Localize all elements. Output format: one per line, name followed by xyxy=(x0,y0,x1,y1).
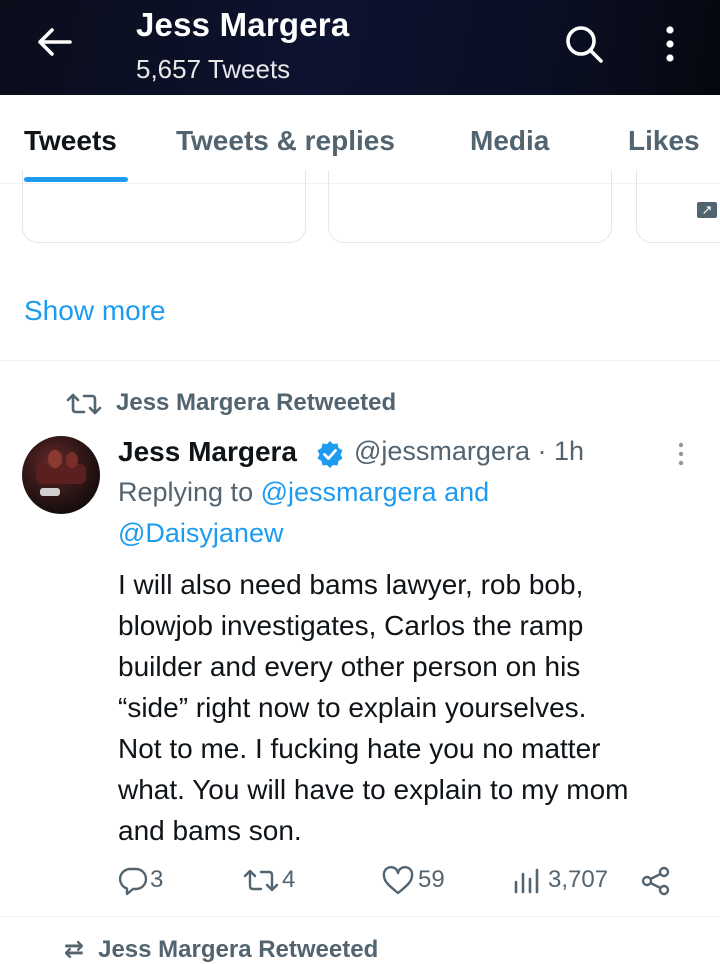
tweet-body: I will also need bams lawyer, rob bob, b… xyxy=(118,564,708,851)
tweet-body-line: and bams son. xyxy=(118,815,302,846)
next-retweeted-by-label: ⇄ Jess Margera Retweeted xyxy=(64,936,379,963)
retweeted-by-text: Jess Margera Retweeted xyxy=(116,389,397,416)
avatar[interactable] xyxy=(22,436,100,514)
carousel-card[interactable] xyxy=(22,170,306,243)
like-button[interactable]: 59 xyxy=(382,862,462,902)
tweet-body-line: Not to me. I fucking hate you no matter xyxy=(118,733,601,764)
retweet-count: 4 xyxy=(282,866,296,893)
replying-to-user-link[interactable]: @Daisyjanew xyxy=(118,518,283,548)
replying-to-user-link[interactable]: @jessmargera xyxy=(261,477,437,507)
tab-media[interactable]: Media xyxy=(470,125,549,157)
views-button[interactable]: 3,707 xyxy=(512,862,612,902)
tweet-divider xyxy=(0,916,720,917)
tweet-more-icon[interactable] xyxy=(672,440,690,468)
replying-to-line-2: @Daisyjanew xyxy=(118,518,283,549)
more-vertical-icon[interactable] xyxy=(652,22,682,66)
show-more-link[interactable]: Show more xyxy=(24,295,166,327)
heart-icon xyxy=(382,866,414,895)
profile-name-title: Jess Margera xyxy=(136,6,350,43)
reply-button[interactable]: 3 xyxy=(118,862,178,902)
replying-to-label: Replying to xyxy=(118,477,261,507)
tab-tweets[interactable]: Tweets xyxy=(24,125,117,157)
reply-icon xyxy=(118,867,148,896)
views-bar-chart-icon xyxy=(514,868,539,894)
back-arrow-icon[interactable] xyxy=(32,22,76,62)
tweet-body-line: builder and every other person on his xyxy=(118,651,581,682)
retweet-button[interactable]: 4 xyxy=(242,862,312,902)
retweet-icon xyxy=(66,393,102,415)
retweet-icon xyxy=(243,869,279,892)
next-retweeted-by-text: Jess Margera Retweeted xyxy=(98,936,379,963)
tweet-body-line: what. You will have to explain to my mom xyxy=(118,774,629,805)
like-count: 59 xyxy=(418,866,445,893)
tweet-body-line: blowjob investigates, Carlos the ramp xyxy=(118,610,584,641)
reply-count: 3 xyxy=(150,866,164,893)
share-button[interactable] xyxy=(640,862,676,902)
replying-to-and: and xyxy=(436,477,490,507)
external-link-icon: ↗ xyxy=(697,202,717,218)
tweet-count: 5,657 Tweets xyxy=(136,54,291,84)
tab-likes[interactable]: Likes xyxy=(628,125,700,157)
tweet-actions: 3 4 59 3,707 xyxy=(0,862,720,902)
replying-to-line: Replying to @jessmargera and xyxy=(118,477,489,508)
carousel-card[interactable] xyxy=(328,170,612,243)
share-icon xyxy=(641,866,670,896)
tweet-author-name[interactable]: Jess Margera xyxy=(118,436,297,468)
tab-tweets-and-replies[interactable]: Tweets & replies xyxy=(176,125,395,157)
tweet-body-line: I will also need bams lawyer, rob bob, xyxy=(118,569,584,600)
tweet-handle-time: @jessmargera · 1h xyxy=(354,436,584,466)
search-icon[interactable] xyxy=(562,22,606,66)
section-divider xyxy=(0,360,720,361)
tweet-body-line: “side” right now to explain yourselves. xyxy=(118,692,587,723)
view-count: 3,707 xyxy=(548,866,609,893)
profile-header: Jess Margera 5,657 Tweets xyxy=(0,0,720,95)
verified-badge-icon xyxy=(317,441,343,468)
